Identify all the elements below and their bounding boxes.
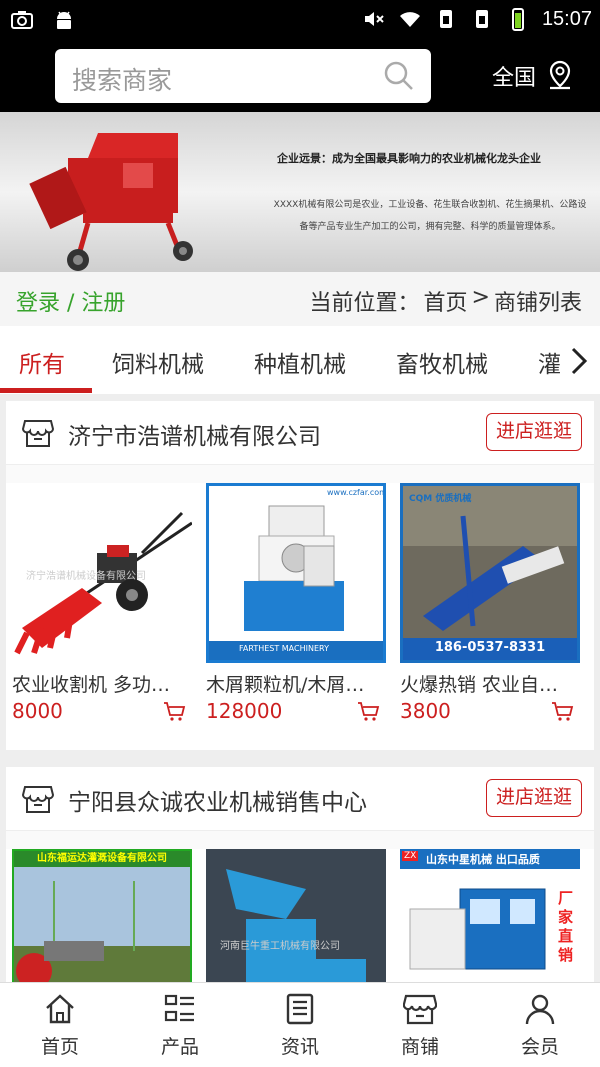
status-bar: 15:07: [0, 0, 600, 40]
app-header: 搜索商家 全国: [0, 40, 600, 112]
product-watermark: www.czfar.com: [327, 488, 386, 497]
tab-all[interactable]: 所有: [19, 345, 65, 379]
nav-shops[interactable]: 商铺: [360, 983, 480, 1067]
spacer: [6, 465, 594, 483]
tab-livestock-machinery[interactable]: 畜牧机械: [396, 345, 488, 379]
sim-signal-icon: [439, 10, 452, 28]
brand-logo: ZX: [402, 851, 419, 861]
breadcrumb-separator: >: [471, 285, 490, 310]
product-row: 济宁浩谱机械设备有限公司 农业收割机 多功能小型收割机 8000 www.czf…: [6, 483, 594, 750]
tab-irrigation[interactable]: 灌: [538, 345, 561, 379]
promo-banner[interactable]: 企业远景：成为全国最具影响力的农业机械化龙头企业 XXXX机械有限公司是农业，工…: [0, 112, 600, 272]
cart-icon[interactable]: [356, 699, 380, 723]
harvester-machine-image: [29, 133, 193, 271]
product-image[interactable]: CQM 优质机械 186-0537-8331: [400, 483, 580, 663]
product-card[interactable]: 济宁浩谱机械设备有限公司 农业收割机 多功能小型收割机 8000: [12, 483, 192, 723]
login-register-link[interactable]: 登录 / 注册: [16, 285, 125, 317]
battery-icon: [511, 8, 524, 31]
store-header[interactable]: 济宁市浩谱机械有限公司 进店逛逛: [6, 401, 594, 465]
banner-description: XXXX机械有限公司是农业，工业设备、花生联合收割机、花生摘果机、公路设备等产品…: [273, 200, 587, 232]
factory-direct-badge: 厂家直销: [558, 889, 574, 964]
tabs-scroll-right[interactable]: [560, 326, 600, 394]
product-banner-text: 山东福运达灌溉设备有限公司: [14, 851, 190, 867]
breadcrumb: 当前位置： 首页 > 商铺列表: [310, 285, 582, 317]
bottom-navigation: 首页 产品 资讯 商铺 会员: [0, 982, 600, 1067]
product-card[interactable]: CQM 优质机械 186-0537-8331 火爆热销 农业自走式机械 3800: [400, 483, 580, 723]
home-icon[interactable]: [43, 992, 77, 1026]
nav-label[interactable]: 商铺: [360, 1032, 480, 1059]
shop-icon: [22, 420, 54, 447]
cart-icon[interactable]: [162, 699, 186, 723]
product-image[interactable]: 济宁浩谱机械设备有限公司: [12, 483, 192, 663]
store-card: 济宁市浩谱机械有限公司 进店逛逛 济宁浩谱机械设备有限公司 农业收割机 多功能小…: [6, 401, 594, 750]
product-caption: 186-0537-8331: [434, 640, 546, 655]
nav-label[interactable]: 会员: [480, 1032, 600, 1059]
product-title[interactable]: 火爆热销 农业自走式机械: [400, 670, 572, 697]
spacer: [6, 831, 594, 849]
nav-home[interactable]: 首页: [0, 983, 120, 1067]
store-name[interactable]: 济宁市浩谱机械有限公司: [68, 417, 321, 451]
shop-icon[interactable]: [403, 992, 437, 1026]
shop-icon: [22, 786, 54, 813]
nav-member[interactable]: 会员: [480, 983, 600, 1067]
nav-label[interactable]: 产品: [120, 1032, 240, 1059]
visit-store-button[interactable]: 进店逛逛: [486, 779, 582, 817]
product-caption: FARTHEST MACHINERY: [239, 644, 329, 653]
tab-feed-machinery[interactable]: 饲料机械: [112, 345, 204, 379]
product-title[interactable]: 农业收割机 多功能小型收割机: [12, 670, 184, 697]
field-machine-image: [403, 486, 577, 660]
search-placeholder[interactable]: 搜索商家: [72, 61, 172, 97]
nav-label[interactable]: 首页: [0, 1032, 120, 1059]
screenshot-icon: [11, 11, 33, 29]
tab-planting-machinery[interactable]: 种植机械: [254, 345, 346, 379]
region-selector[interactable]: 全国: [492, 60, 576, 92]
nav-news[interactable]: 资讯: [240, 983, 360, 1067]
brand-logo: CQM 优质机械: [409, 494, 472, 504]
search-box[interactable]: 搜索商家: [55, 49, 431, 103]
search-icon[interactable]: [383, 60, 415, 92]
store-name[interactable]: 宁阳县众诚农业机械销售中心: [68, 783, 367, 817]
grid-list-icon[interactable]: [163, 992, 197, 1026]
android-icon: [57, 11, 71, 29]
category-tabs: 所有 饲料机械 种植机械 畜牧机械 灌: [0, 326, 600, 394]
product-watermark: 河南巨牛重工机械有限公司: [220, 941, 340, 952]
store-header[interactable]: 宁阳县众诚农业机械销售中心 进店逛逛: [6, 767, 594, 831]
breadcrumb-current: 商铺列表: [493, 291, 582, 316]
banner-slogan: 企业远景：成为全国最具影响力的农业机械化龙头企业: [277, 152, 541, 165]
wifi-icon: [399, 12, 420, 27]
user-icon[interactable]: [523, 992, 557, 1026]
active-tab-indicator: [0, 388, 92, 393]
visit-store-button[interactable]: 进店逛逛: [486, 413, 582, 451]
sim-signal-icon-2: [475, 10, 488, 28]
product-image[interactable]: www.czfar.com FARTHEST MACHINERY: [206, 483, 386, 663]
nav-products[interactable]: 产品: [120, 983, 240, 1067]
region-label[interactable]: 全国: [492, 60, 536, 92]
breadcrumb-label: 当前位置：: [309, 291, 420, 316]
chevron-right-icon[interactable]: [570, 346, 588, 376]
location-pin-icon[interactable]: [544, 60, 576, 92]
breadcrumb-bar: 登录 / 注册 当前位置： 首页 > 商铺列表: [0, 272, 600, 326]
product-banner-text: 山东中星机械 出口品质: [426, 853, 540, 866]
breadcrumb-home[interactable]: 首页: [424, 285, 468, 317]
cart-icon[interactable]: [550, 699, 574, 723]
product-watermark: 济宁浩谱机械设备有限公司: [26, 571, 146, 582]
clock: 15:07: [541, 7, 592, 30]
nav-label[interactable]: 资讯: [240, 1032, 360, 1059]
pellet-machine-image: [209, 486, 383, 660]
news-icon[interactable]: [283, 992, 317, 1026]
product-title[interactable]: 木屑颗粒机/木屑颗粒机生产线: [206, 670, 378, 697]
product-card[interactable]: www.czfar.com FARTHEST MACHINERY 木屑颗粒机/木…: [206, 483, 386, 723]
mute-icon: [364, 12, 384, 26]
